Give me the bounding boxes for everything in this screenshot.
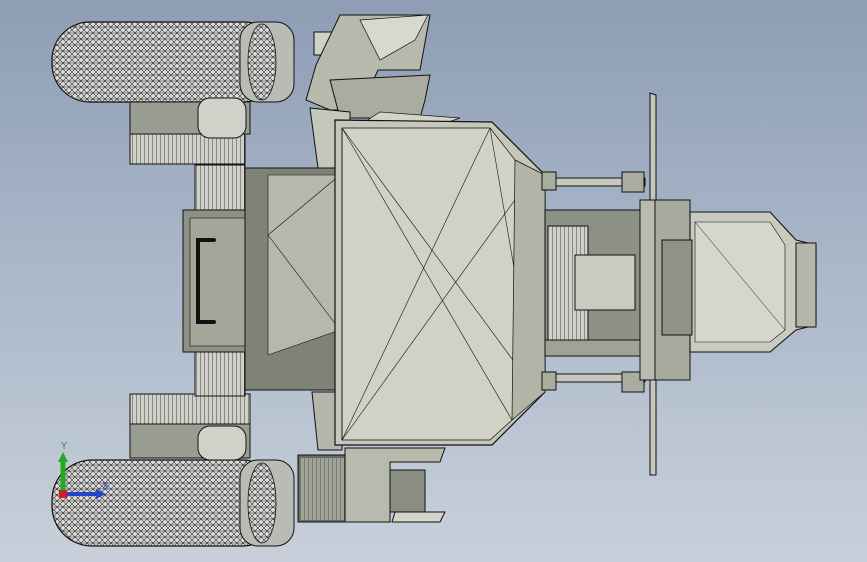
front-weight-block[interactable]	[654, 199, 817, 381]
rear-right-hub	[129, 351, 251, 461]
rear-right-tire[interactable]	[51, 459, 295, 547]
cad-viewport[interactable]: Y X	[0, 0, 867, 562]
rear-left-hub	[129, 97, 251, 211]
vehicle-model-top-view[interactable]	[0, 0, 867, 562]
main-body-block[interactable]	[334, 119, 546, 446]
front-linkage	[541, 171, 646, 393]
triad-y-label: Y	[61, 441, 68, 452]
triad-x-label: X	[102, 481, 109, 492]
rear-left-tire[interactable]	[51, 21, 295, 103]
